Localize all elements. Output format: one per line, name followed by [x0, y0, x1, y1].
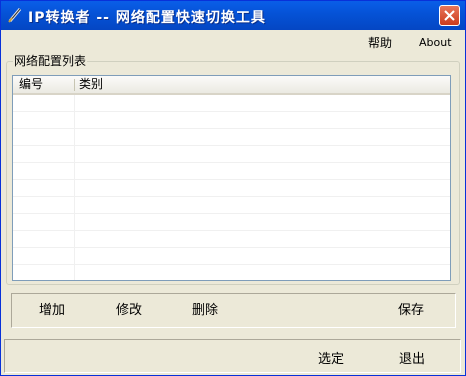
list-row: [13, 180, 450, 197]
window-title: IP转换者 -- 网络配置快速切换工具: [28, 10, 266, 26]
main-window: IP转换者 -- 网络配置快速切换工具 帮助 About 网络配置列表 编号 类…: [0, 0, 466, 376]
pen-icon: [7, 7, 23, 23]
save-button[interactable]: 保存: [398, 302, 424, 320]
edit-button[interactable]: 修改: [116, 302, 142, 320]
list-row: [13, 129, 450, 146]
close-icon: [444, 10, 455, 21]
column-header-number[interactable]: 编号: [19, 76, 43, 93]
list-header: 编号 类别: [13, 76, 450, 95]
menu-help[interactable]: 帮助: [368, 33, 392, 53]
action-toolbar: 增加 修改 删除 保存: [11, 293, 456, 328]
list-row: [13, 197, 450, 214]
footer-panel: [4, 339, 461, 373]
network-config-list[interactable]: 编号 类别: [12, 75, 451, 281]
exit-button[interactable]: 退出: [399, 348, 425, 367]
list-row: [13, 112, 450, 129]
list-row: [13, 265, 450, 280]
select-button[interactable]: 选定: [318, 348, 344, 367]
list-row: [13, 163, 450, 180]
close-button[interactable]: [439, 5, 460, 26]
list-row: [13, 95, 450, 112]
column-header-type[interactable]: 类别: [79, 76, 103, 93]
list-row: [13, 146, 450, 163]
menu-about[interactable]: About: [419, 33, 452, 53]
list-rows: [13, 95, 450, 280]
list-row: [13, 248, 450, 265]
network-config-group: 网络配置列表 编号 类别: [6, 54, 460, 285]
column-divider[interactable]: [74, 79, 75, 91]
list-row: [13, 231, 450, 248]
delete-button[interactable]: 删除: [192, 302, 218, 320]
list-row: [13, 214, 450, 231]
title-bar[interactable]: IP转换者 -- 网络配置快速切换工具: [1, 1, 465, 30]
add-button[interactable]: 增加: [39, 302, 65, 320]
group-label: 网络配置列表: [13, 54, 88, 68]
column-grid-line: [74, 95, 75, 280]
